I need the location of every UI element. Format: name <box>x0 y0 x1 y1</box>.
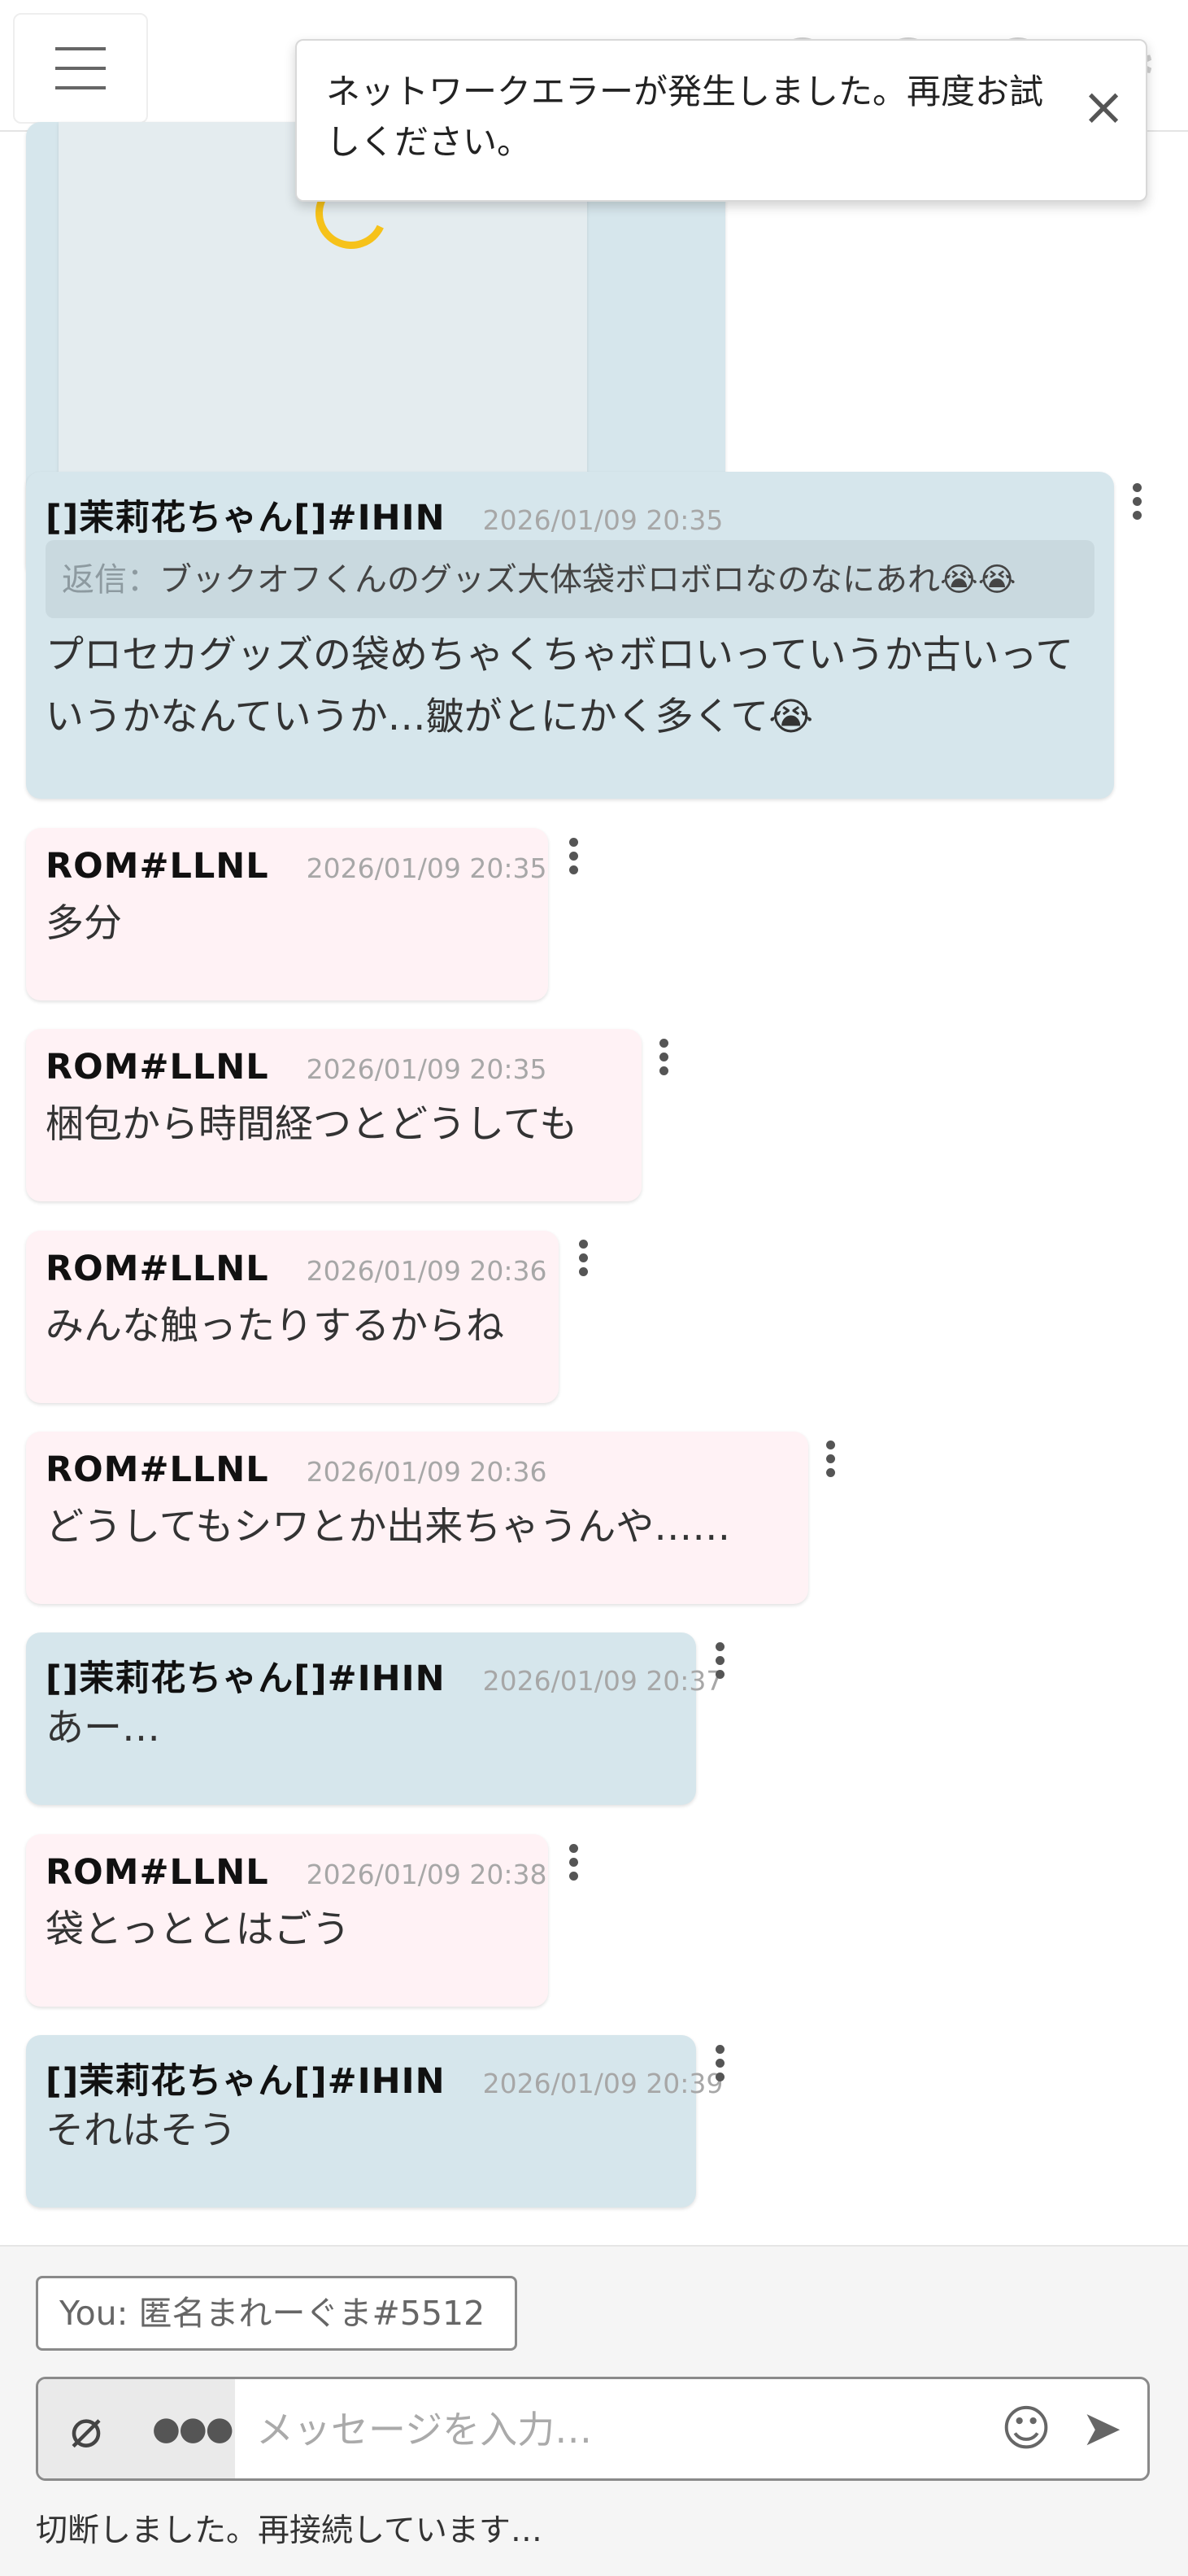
reply-quote[interactable]: 返信：ブックオフくんのグッズ大体袋ボロボロなのなにあれ😭😭 <box>46 540 1094 618</box>
message-text: プロセカグッズの袋めちゃくちゃボロいっていうか古いっていうかなんていうか…皺がと… <box>46 633 1074 739</box>
chat-message: []茉莉花ちゃん[]#IHIN 2026/01/09 20:37 あー… <box>26 1632 723 1805</box>
connection-status: 切断しました。再接続しています… <box>36 2513 542 2549</box>
toast-message: ネットワークエラーが発生しました。再度お試しください。 <box>326 72 1044 162</box>
error-toast: ネットワークエラーが発生しました。再度お試しください。 × <box>295 39 1147 202</box>
more-dots-icon[interactable]: ●●● <box>152 2397 234 2460</box>
message-timestamp: 2026/01/09 20:36 <box>306 1456 547 1488</box>
message-timestamp: 2026/01/09 20:35 <box>482 504 724 536</box>
current-user-badge[interactable]: You: 匿名まれーぐま#5512 <box>36 2276 517 2351</box>
message-timestamp: 2026/01/09 20:35 <box>306 852 547 884</box>
chat-message: ROM#LLNL 2026/01/09 20:38 袋とっととはごう <box>26 1834 548 2007</box>
message-timestamp: 2026/01/09 20:36 <box>306 1255 547 1287</box>
message-author: []茉莉花ちゃん[]#IHIN <box>46 2061 446 2102</box>
menu-bar-2 <box>55 67 106 70</box>
smiley-icon[interactable]: ☺ <box>998 2400 1055 2457</box>
chat-log[interactable]: []茉莉花ちゃん[]#IHIN 2026/01/09 20:35 返信：ブックオフ… <box>0 122 1188 2245</box>
message-more-icon[interactable] <box>561 1841 585 1890</box>
menu-bar-3 <box>55 86 106 89</box>
message-author: ROM#LLNL <box>46 1852 269 1893</box>
message-more-icon[interactable] <box>651 1035 676 1084</box>
message-timestamp: 2026/01/09 20:39 <box>482 2068 724 2099</box>
message-more-icon[interactable] <box>818 1437 842 1486</box>
chat-message: []茉莉花ちゃん[]#IHIN 2026/01/09 20:35 返信：ブックオフ… <box>26 472 1114 799</box>
message-more-icon[interactable] <box>561 835 585 883</box>
message-text: 多分 <box>46 901 122 946</box>
message-input[interactable] <box>255 2397 990 2462</box>
chat-message: ROM#LLNL 2026/01/09 20:35 梱包から時間経つとどうしても <box>26 1029 642 1201</box>
message-timestamp: 2026/01/09 20:35 <box>306 1053 547 1085</box>
message-author: []茉莉花ちゃん[]#IHIN <box>46 498 446 538</box>
message-author: ROM#LLNL <box>46 846 269 887</box>
composer-area: You: 匿名まれーぐま#5512 ⌀ ●●● ☺ ➤ 切断しました。再接続して… <box>0 2245 1188 2576</box>
message-text: それはそう <box>46 2108 237 2153</box>
close-icon[interactable]: × <box>1079 81 1128 133</box>
message-text: どうしてもシワとか出来ちゃうんや…… <box>46 1505 731 1550</box>
menu-bar-1 <box>55 47 106 50</box>
message-more-icon[interactable] <box>1125 480 1149 529</box>
message-author: []茉莉花ちゃん[]#IHIN <box>46 1658 446 1699</box>
message-text: あー… <box>46 1706 160 1750</box>
composer-tools: ⌀ ●●● <box>38 2379 235 2478</box>
chat-message: ROM#LLNL 2026/01/09 20:36 どうしてもシワとか出来ちゃうん… <box>26 1432 808 1604</box>
message-text: 袋とっととはごう <box>46 1907 350 1952</box>
chat-message: ROM#LLNL 2026/01/09 20:36 みんな触ったりするからね <box>26 1231 559 1403</box>
chat-message: ROM#LLNL 2026/01/09 20:35 多分 <box>26 828 548 1000</box>
reply-label: 返信： <box>62 561 159 599</box>
message-more-icon[interactable] <box>707 1639 732 1688</box>
message-author: ROM#LLNL <box>46 1449 269 1490</box>
message-more-icon[interactable] <box>571 1236 595 1285</box>
message-timestamp: 2026/01/09 20:37 <box>482 1665 724 1697</box>
message-more-icon[interactable] <box>707 2042 732 2090</box>
message-input-bar: ⌀ ●●● ☺ ➤ <box>36 2377 1150 2481</box>
reply-text: ブックオフくんのグッズ大体袋ボロボロなのなにあれ😭😭 <box>159 561 1016 599</box>
send-icon[interactable]: ➤ <box>1071 2400 1133 2457</box>
hamburger-menu-button[interactable] <box>13 13 148 124</box>
paperclip-icon[interactable]: ⌀ <box>54 2397 118 2460</box>
message-text: みんな触ったりするからね <box>46 1304 504 1349</box>
message-text: 梱包から時間経つとどうしても <box>46 1102 578 1147</box>
message-author: ROM#LLNL <box>46 1249 269 1289</box>
message-author: ROM#LLNL <box>46 1047 269 1087</box>
chat-message: []茉莉花ちゃん[]#IHIN 2026/01/09 20:39 それはそう <box>26 2035 723 2208</box>
message-timestamp: 2026/01/09 20:38 <box>306 1859 547 1890</box>
